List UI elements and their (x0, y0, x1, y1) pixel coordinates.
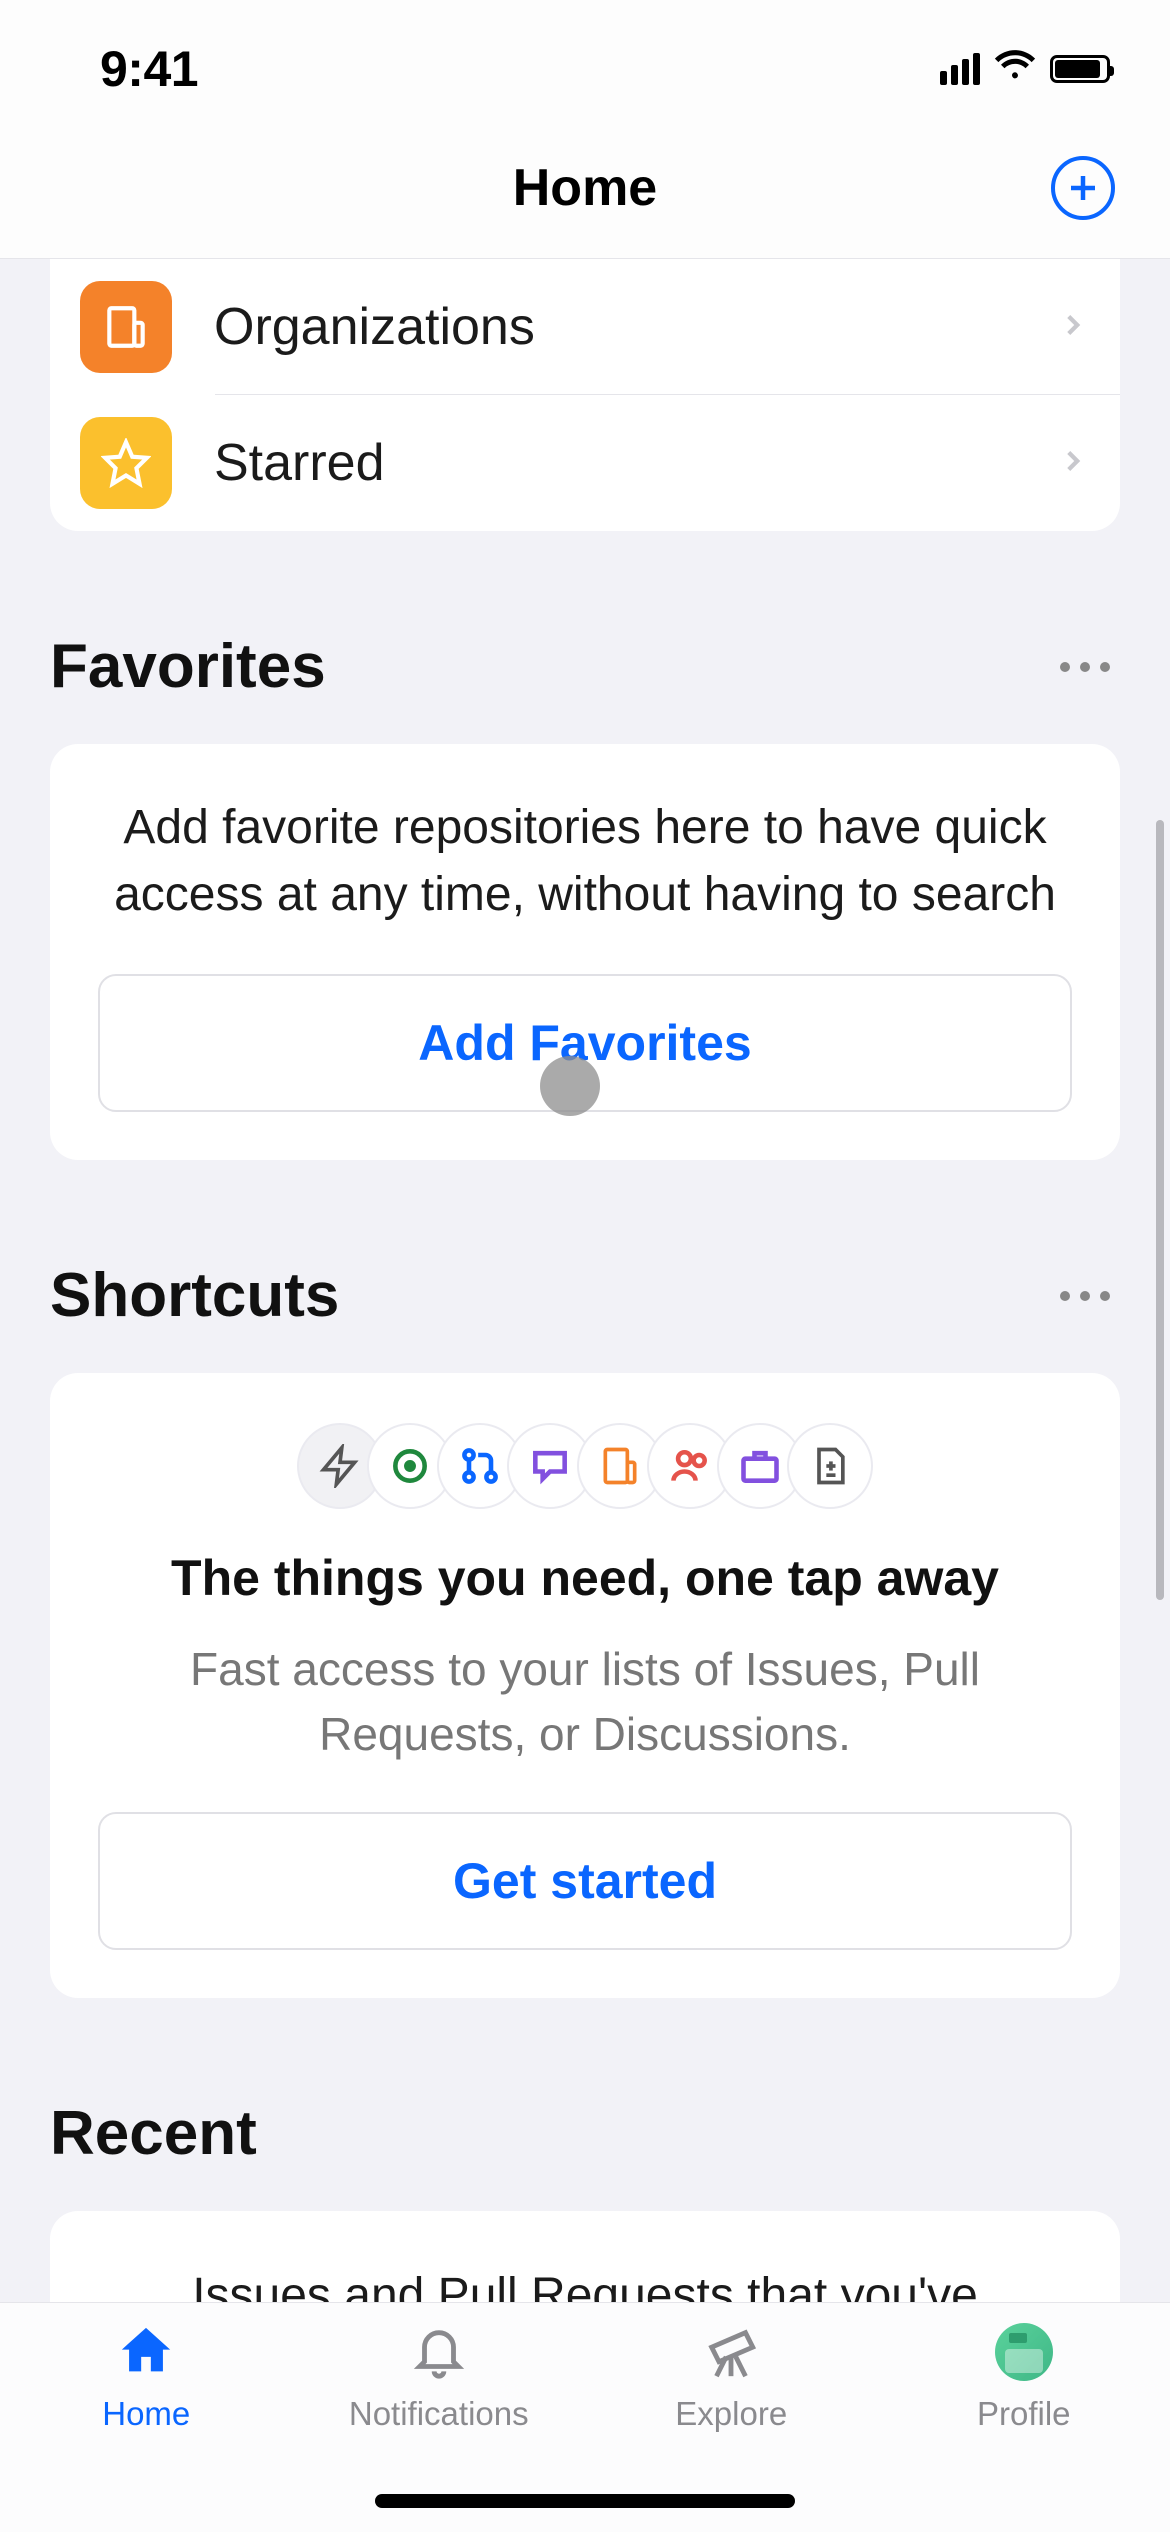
get-started-button[interactable]: Get started (98, 1812, 1072, 1950)
recent-header: Recent (50, 2098, 1120, 2211)
home-icon (117, 2323, 175, 2381)
add-button[interactable] (1051, 156, 1115, 220)
list-row-starred[interactable]: Starred (50, 395, 1120, 531)
list-row-label: Organizations (214, 297, 1056, 357)
avatar-icon (995, 2323, 1053, 2381)
nav-list-card: Organizations Starred (50, 259, 1120, 531)
shortcuts-more-button[interactable] (1050, 1281, 1120, 1311)
bell-icon (410, 2323, 468, 2381)
section-title: Recent (50, 2098, 257, 2169)
touch-indicator (540, 1056, 600, 1116)
favorites-more-button[interactable] (1050, 652, 1120, 682)
tab-label: Profile (977, 2395, 1071, 2433)
favorites-header: Favorites (50, 631, 1120, 744)
home-indicator[interactable] (375, 2494, 795, 2508)
page-title: Home (513, 158, 657, 218)
shortcuts-header: Shortcuts (50, 1260, 1120, 1373)
organization-icon (80, 281, 172, 373)
tab-label: Notifications (349, 2395, 529, 2433)
list-row-label: Starred (214, 433, 1056, 493)
file-diff-icon (787, 1423, 873, 1509)
shortcuts-subtitle: Fast access to your lists of Issues, Pul… (98, 1637, 1072, 1766)
status-icons (940, 46, 1110, 93)
chevron-right-icon (1056, 308, 1090, 347)
tab-home[interactable]: Home (0, 2323, 293, 2532)
section-title: Favorites (50, 631, 326, 702)
favorites-empty-text: Add favorite repositories here to have q… (98, 794, 1072, 928)
wifi-icon (994, 46, 1036, 93)
battery-icon (1050, 55, 1110, 83)
status-time: 9:41 (100, 40, 198, 98)
tab-label: Explore (675, 2395, 787, 2433)
shortcuts-title: The things you need, one tap away (98, 1549, 1072, 1607)
shortcuts-card: The things you need, one tap away Fast a… (50, 1373, 1120, 1998)
tab-label: Home (102, 2395, 190, 2433)
status-bar: 9:41 (0, 0, 1170, 118)
telescope-icon (702, 2323, 760, 2381)
section-title: Shortcuts (50, 1260, 339, 1331)
nav-header: Home (0, 118, 1170, 259)
shortcut-icons-row (98, 1423, 1072, 1509)
tab-profile[interactable]: Profile (878, 2323, 1170, 2532)
star-icon (80, 417, 172, 509)
scroll-indicator[interactable] (1156, 820, 1164, 1600)
list-row-organizations[interactable]: Organizations (50, 259, 1120, 395)
cellular-icon (940, 53, 980, 85)
plus-icon (1065, 170, 1101, 206)
chevron-right-icon (1056, 444, 1090, 483)
